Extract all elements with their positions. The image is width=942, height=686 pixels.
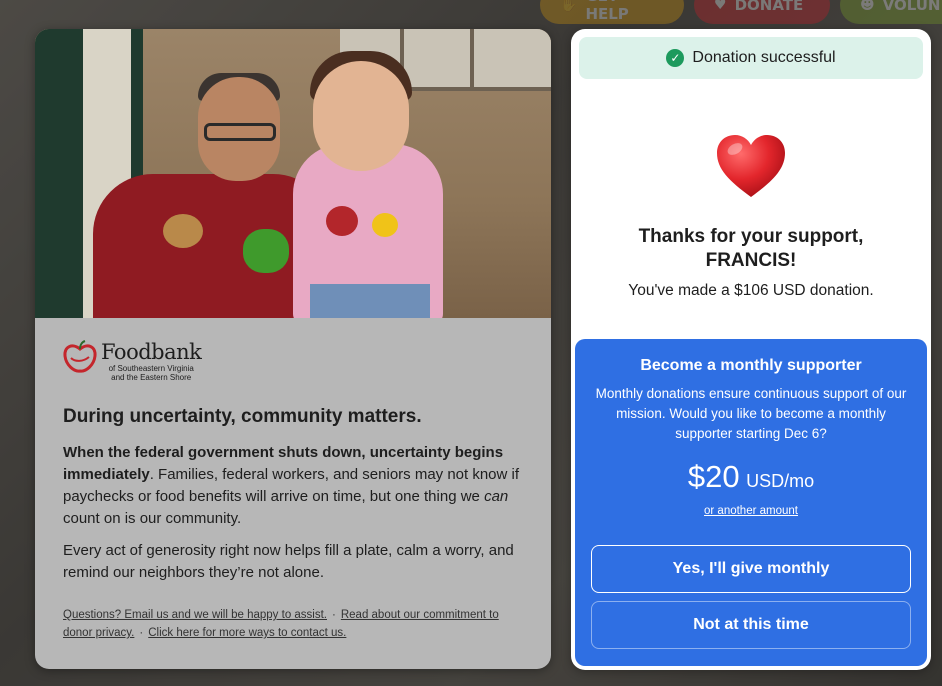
success-text: Donation successful [692,49,836,66]
monthly-amount: $20 USD/mo [575,459,927,495]
monthly-upsell-panel: Become a monthly supporter Monthly donat… [575,339,927,666]
donation-summary: You've made a $106 USD donation. [628,282,874,299]
footer-links: Questions? Email us and we will be happy… [63,609,499,639]
success-banner: ✓ Donation successful [579,37,923,79]
apple-logo-icon [63,340,97,373]
campaign-paragraph-1: When the federal government shuts down, … [63,444,520,527]
contact-link[interactable]: Click here for more ways to contact us. [148,627,346,639]
not-now-button[interactable]: Not at this time [591,601,911,649]
monthly-description: Monthly donations ensure continuous supp… [595,386,907,441]
logo-subtitle-1: of Southeastern Virginia [108,364,194,373]
give-monthly-button[interactable]: Yes, I'll give monthly [591,545,911,593]
logo-subtitle-2: and the Eastern Shore [111,373,192,382]
amount-value: $20 [687,459,740,494]
logo-name: Foodbank [101,340,202,364]
campaign-info-card: Foodbank of Southeastern Virginia and th… [35,29,551,669]
thank-you-heading: Thanks for your support, FRANCIS! [638,226,864,271]
questions-email-link[interactable]: Questions? Email us and we will be happy… [63,609,327,621]
foodbank-logo: Foodbank of Southeastern Virginia and th… [63,340,523,396]
donation-confirmation-card: ✓ Donation successful Thanks for your su… [571,29,931,670]
hero-photo [35,29,551,318]
amount-unit: USD/mo [746,471,815,491]
campaign-paragraph-2: Every act of generosity right now helps … [63,542,514,581]
campaign-title: During uncertainty, community matters. [63,406,422,427]
monthly-title: Become a monthly supporter [640,357,862,374]
other-amount-link[interactable]: or another amount [575,505,927,517]
check-circle-icon: ✓ [666,49,685,67]
heart-icon [717,135,785,197]
